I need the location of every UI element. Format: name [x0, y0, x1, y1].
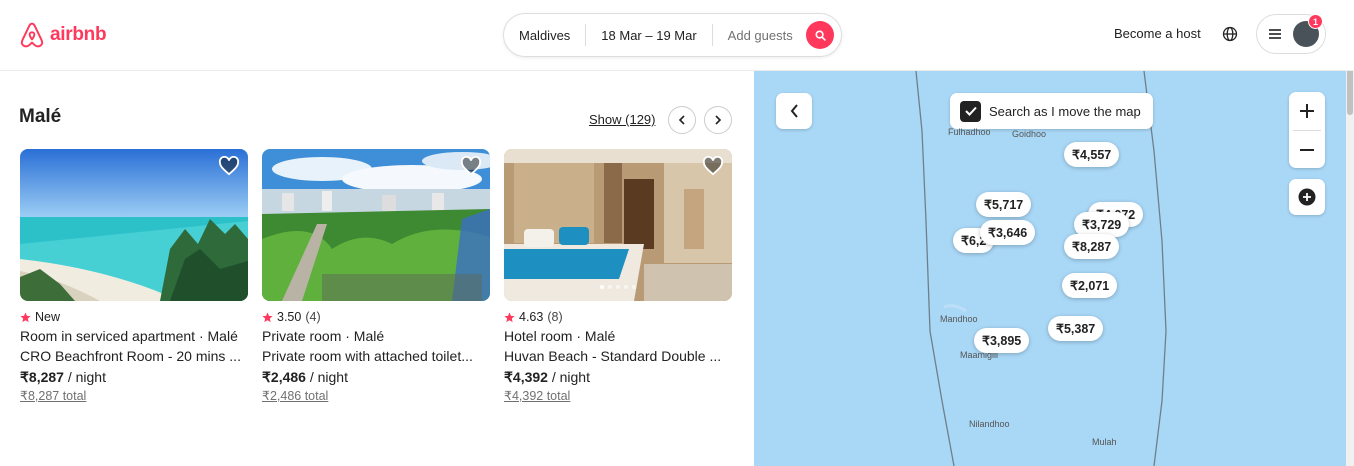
price-unit: / night: [547, 369, 590, 385]
map-place-label: Mandhoo: [940, 314, 978, 324]
price-unit: / night: [305, 369, 348, 385]
zoom-controls: [1289, 92, 1325, 168]
map-boundary-lines: [915, 71, 1167, 466]
heart-icon: [460, 155, 482, 176]
become-host-link[interactable]: Become a host: [1114, 26, 1201, 41]
listing-photo[interactable]: [20, 149, 248, 301]
menu-icon: [1269, 29, 1281, 39]
checkmark-icon: [964, 106, 977, 116]
notification-badge: 1: [1308, 14, 1323, 29]
collapse-map-button[interactable]: [776, 93, 812, 129]
listing-price: ₹8,287 / night: [20, 369, 248, 386]
map-price-pin[interactable]: ₹4,557: [1064, 142, 1120, 167]
listing-card[interactable]: 3.50 (4) Private room · Malé Private roo…: [262, 149, 490, 403]
listing-photo-hotel-room: [504, 149, 732, 301]
map-place-label: Mulah: [1092, 437, 1117, 447]
price-unit: / night: [63, 369, 106, 385]
section-title: Malé: [19, 106, 62, 127]
star-icon: [262, 311, 273, 322]
wishlist-heart-button[interactable]: [702, 155, 724, 181]
show-all-link[interactable]: Show (129): [589, 112, 655, 127]
rating-row: New: [20, 310, 248, 324]
listing-card[interactable]: New Room in serviced apartment · Malé CR…: [20, 149, 248, 403]
heart-icon: [218, 155, 240, 176]
photo-carousel-dots: [504, 285, 732, 289]
map-price-pin[interactable]: ₹5,387: [1048, 316, 1104, 341]
plus-circle-icon: [1298, 188, 1316, 206]
map-price-pin[interactable]: ₹5,717: [976, 192, 1032, 217]
map-place-label: Nilandhoo: [969, 419, 1010, 429]
user-menu-button[interactable]: 1: [1256, 14, 1326, 54]
listing-name: Huvan Beach - Standard Double ...: [504, 348, 722, 364]
search-guests[interactable]: Add guests: [713, 28, 808, 43]
map-price-pin[interactable]: ₹3,646: [980, 220, 1036, 245]
listing-photo-beach: [20, 149, 248, 301]
checkbox-checked[interactable]: [960, 100, 981, 122]
search-icon: [814, 29, 826, 41]
airbnb-logo-icon: [20, 22, 44, 48]
search-dates[interactable]: 18 Mar – 19 Mar: [586, 28, 711, 43]
listing-name: Private room with attached toilet...: [262, 348, 473, 364]
listing-type: Private room · Malé: [262, 328, 385, 344]
listing-price: ₹2,486 / night: [262, 369, 490, 386]
rating-value: 4.63: [519, 310, 544, 324]
wishlist-heart-button[interactable]: [460, 155, 482, 181]
map-price-pin[interactable]: ₹3,895: [974, 328, 1030, 353]
globe-icon: [1222, 26, 1238, 42]
next-page-button[interactable]: [704, 106, 732, 134]
rating-row: 4.63 (8): [504, 310, 732, 324]
total-price-link[interactable]: ₹8,287 total: [20, 388, 248, 403]
rating-value: 3.50: [277, 310, 302, 324]
zoom-out-button[interactable]: [1289, 131, 1325, 169]
star-icon: [504, 311, 515, 322]
top-header: airbnb Maldives 18 Mar – 19 Mar Add gues…: [0, 0, 1354, 71]
search-as-move-toggle[interactable]: Search as I move the map: [950, 93, 1153, 129]
chevron-right-icon: [715, 115, 722, 125]
listing-photo[interactable]: [504, 149, 732, 301]
map-place-label: Fulhadhoo: [948, 127, 991, 137]
chevron-left-icon: [678, 115, 685, 125]
zoom-in-button[interactable]: [1289, 92, 1325, 130]
minus-icon: [1300, 149, 1314, 151]
search-button[interactable]: [806, 21, 834, 49]
star-icon: [20, 311, 31, 322]
review-count: (8): [547, 310, 563, 324]
language-button[interactable]: [1222, 26, 1238, 47]
nightly-price: ₹4,392: [504, 369, 548, 385]
prev-page-button[interactable]: [668, 106, 696, 134]
listing-card[interactable]: 4.63 (8) Hotel room · Malé Huvan Beach -…: [504, 149, 732, 403]
add-place-button[interactable]: [1289, 179, 1325, 215]
review-count: (4): [305, 310, 321, 324]
listing-price: ₹4,392 / night: [504, 369, 732, 386]
nightly-price: ₹2,486: [262, 369, 306, 385]
listing-type: Hotel room · Malé: [504, 328, 616, 344]
map-price-pin[interactable]: ₹8,287: [1064, 234, 1120, 259]
wishlist-heart-button[interactable]: [218, 155, 240, 181]
plus-icon: [1300, 104, 1314, 118]
map-place-label: Goidhoo: [1012, 129, 1047, 139]
listing-type: Room in serviced apartment · Malé: [20, 328, 238, 344]
chevron-left-icon: [790, 104, 798, 118]
listing-photo-town: [262, 149, 490, 301]
listing-name: CRO Beachfront Room - 20 mins ...: [20, 348, 241, 364]
search-as-move-label: Search as I move the map: [989, 103, 1141, 119]
total-price-link[interactable]: ₹4,392 total: [504, 388, 732, 403]
rating-row: 3.50 (4): [262, 310, 490, 324]
total-price-link[interactable]: ₹2,486 total: [262, 388, 490, 403]
map-price-pin[interactable]: ₹2,071: [1062, 273, 1118, 298]
brand-name: airbnb: [50, 24, 107, 45]
heart-icon: [702, 155, 724, 176]
map-panel[interactable]: Search as I move the map Fulhadhoo Goidh…: [754, 71, 1346, 466]
airbnb-logo[interactable]: airbnb: [19, 21, 107, 49]
search-location[interactable]: Maldives: [504, 28, 585, 43]
search-bar[interactable]: Maldives 18 Mar – 19 Mar Add guests: [503, 13, 842, 57]
rating-value: New: [35, 310, 61, 324]
listing-photo[interactable]: [262, 149, 490, 301]
nightly-price: ₹8,287: [20, 369, 64, 385]
